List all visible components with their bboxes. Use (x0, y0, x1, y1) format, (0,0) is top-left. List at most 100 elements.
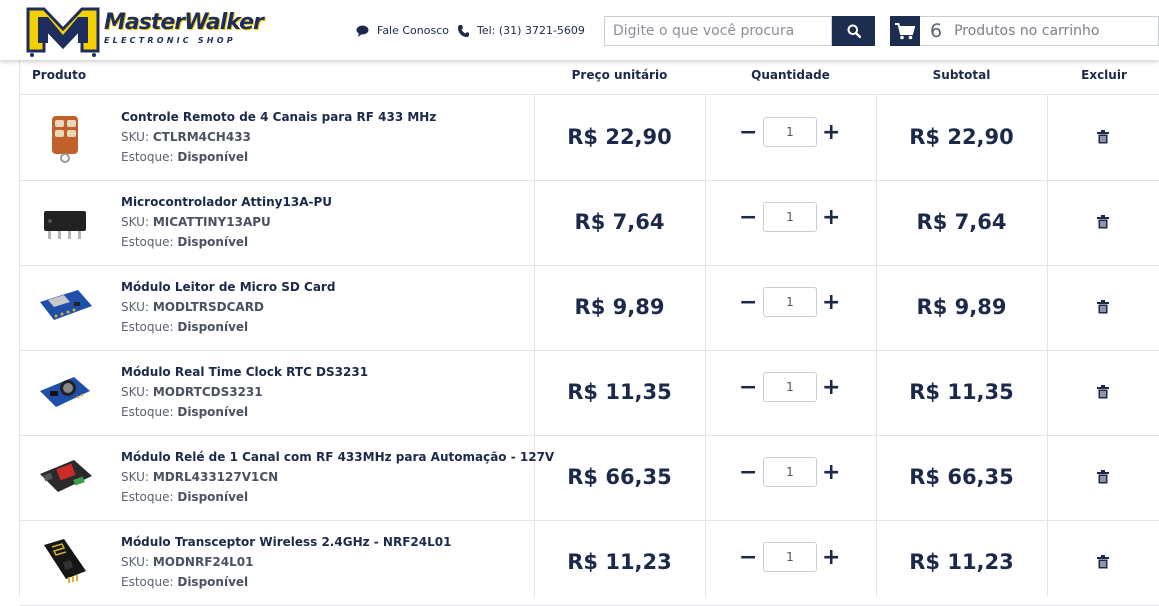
header-subtotal: Subtotal (932, 68, 991, 82)
quantity-input[interactable] (763, 202, 817, 232)
increase-quantity-button[interactable]: + (822, 377, 840, 399)
product-sku: SKU: MICATTINY13APU (121, 215, 271, 229)
table-row: Controle Remoto de 4 Canais para RF 433 … (20, 95, 1159, 181)
subtotal: R$ 9,89 (916, 295, 1007, 319)
quantity-input[interactable] (763, 542, 817, 572)
product-name[interactable]: Módulo Relé de 1 Canal com RF 433MHz par… (121, 450, 554, 464)
quantity-input[interactable] (763, 287, 817, 317)
trash-icon[interactable] (1096, 300, 1110, 314)
sku-value: MODLTRSDCARD (152, 300, 264, 314)
header-remove: Excluir (1081, 68, 1127, 82)
phone-icon (458, 24, 469, 37)
product-stock: Estoque: Disponível (121, 150, 248, 164)
header-unit-price: Preço unitário (571, 68, 668, 82)
product-image-wireless-module (34, 531, 96, 593)
stock-value: Disponível (177, 235, 249, 249)
stock-value: Disponível (177, 490, 249, 504)
sku-prefix: SKU: (121, 300, 149, 314)
contact-link[interactable]: Fale Conosco (356, 24, 449, 37)
stock-prefix: Estoque: (121, 320, 174, 334)
stock-prefix: Estoque: (121, 575, 174, 589)
sku-prefix: SKU: (121, 130, 149, 144)
cart-table: Produto Preço unitário Quantidade Subtot… (19, 57, 1159, 606)
subtotal: R$ 11,23 (909, 550, 1014, 574)
unit-price: R$ 11,35 (567, 380, 672, 404)
sku-value: MODRTCDS3231 (152, 385, 263, 399)
table-row: Módulo Leitor de Micro SD Card SKU: MODL… (20, 265, 1159, 351)
cart-count: 6 (930, 20, 943, 42)
phone-info: Tel: (31) 3721-5609 (458, 24, 585, 37)
decrease-quantity-button[interactable]: − (739, 292, 757, 314)
search-input[interactable] (604, 16, 832, 46)
contact-label: Fale Conosco (377, 24, 449, 37)
unit-price: R$ 11,23 (567, 550, 672, 574)
logo-subtitle: ELECTRONIC SHOP (104, 36, 236, 45)
product-image-sd-module (34, 276, 96, 338)
sku-prefix: SKU: (121, 385, 149, 399)
stock-value: Disponível (177, 150, 249, 164)
stock-prefix: Estoque: (121, 150, 174, 164)
unit-price: R$ 22,90 (567, 125, 672, 149)
quantity-input[interactable] (763, 372, 817, 402)
logo-title: MasterWalker (104, 10, 264, 35)
table-row: Módulo Relé de 1 Canal com RF 433MHz par… (20, 435, 1159, 521)
decrease-quantity-button[interactable]: − (739, 462, 757, 484)
product-name[interactable]: Módulo Transceptor Wireless 2.4GHz - NRF… (121, 535, 451, 549)
increase-quantity-button[interactable]: + (822, 207, 840, 229)
stock-value: Disponível (177, 320, 249, 334)
subtotal: R$ 22,90 (909, 125, 1014, 149)
product-stock: Estoque: Disponível (121, 235, 248, 249)
trash-icon[interactable] (1096, 130, 1110, 144)
decrease-quantity-button[interactable]: − (739, 377, 757, 399)
quantity-input[interactable] (763, 117, 817, 147)
brand-logo[interactable]: MasterWalker ELECTRONIC SHOP (24, 3, 264, 57)
product-sku: SKU: CTLRM4CH433 (121, 130, 251, 144)
table-row: Módulo Real Time Clock RTC DS3231 SKU: M… (20, 350, 1159, 436)
subtotal: R$ 7,64 (916, 210, 1007, 234)
product-sku: SKU: MODNRF24L01 (121, 555, 253, 569)
chat-icon (356, 25, 369, 37)
product-name[interactable]: Controle Remoto de 4 Canais para RF 433 … (121, 110, 436, 124)
sku-prefix: SKU: (121, 555, 149, 569)
increase-quantity-button[interactable]: + (822, 292, 840, 314)
product-stock: Estoque: Disponível (121, 405, 248, 419)
unit-price: R$ 7,64 (574, 210, 665, 234)
table-row: Microcontrolador Attiny13A-PU SKU: MICAT… (20, 180, 1159, 266)
stock-prefix: Estoque: (121, 235, 174, 249)
trash-icon[interactable] (1096, 385, 1110, 399)
quantity-input[interactable] (763, 457, 817, 487)
cart-button[interactable] (890, 16, 920, 46)
product-image-remote (34, 106, 96, 168)
decrease-quantity-button[interactable]: − (739, 207, 757, 229)
sku-value: MDRL433127V1CN (152, 470, 279, 484)
shopping-cart-icon (895, 22, 915, 39)
increase-quantity-button[interactable]: + (822, 122, 840, 144)
stock-prefix: Estoque: (121, 405, 174, 419)
cart-label: Produtos no carrinho (954, 23, 1100, 39)
increase-quantity-button[interactable]: + (822, 547, 840, 569)
decrease-quantity-button[interactable]: − (739, 122, 757, 144)
product-name[interactable]: Microcontrolador Attiny13A-PU (121, 195, 332, 209)
sku-value: MODNRF24L01 (152, 555, 254, 569)
table-header: Produto Preço unitário Quantidade Subtot… (20, 57, 1159, 95)
cart-summary[interactable]: 6 Produtos no carrinho (920, 16, 1159, 46)
increase-quantity-button[interactable]: + (822, 462, 840, 484)
phone-label: Tel: (31) 3721-5609 (477, 24, 585, 37)
stock-value: Disponível (177, 575, 249, 589)
product-image-chip (34, 191, 96, 253)
trash-icon[interactable] (1096, 215, 1110, 229)
search-icon (847, 24, 861, 38)
product-stock: Estoque: Disponível (121, 490, 248, 504)
header-product: Produto (32, 68, 87, 82)
product-name[interactable]: Módulo Real Time Clock RTC DS3231 (121, 365, 368, 379)
product-image-relay-module (34, 446, 96, 508)
decrease-quantity-button[interactable]: − (739, 547, 757, 569)
unit-price: R$ 66,35 (567, 465, 672, 489)
trash-icon[interactable] (1096, 555, 1110, 569)
product-name[interactable]: Módulo Leitor de Micro SD Card (121, 280, 335, 294)
table-row: Módulo Transceptor Wireless 2.4GHz - NRF… (20, 520, 1159, 606)
search-button[interactable] (832, 16, 875, 46)
trash-icon[interactable] (1096, 470, 1110, 484)
product-sku: SKU: MODRTCDS3231 (121, 385, 263, 399)
product-sku: SKU: MDRL433127V1CN (121, 470, 278, 484)
